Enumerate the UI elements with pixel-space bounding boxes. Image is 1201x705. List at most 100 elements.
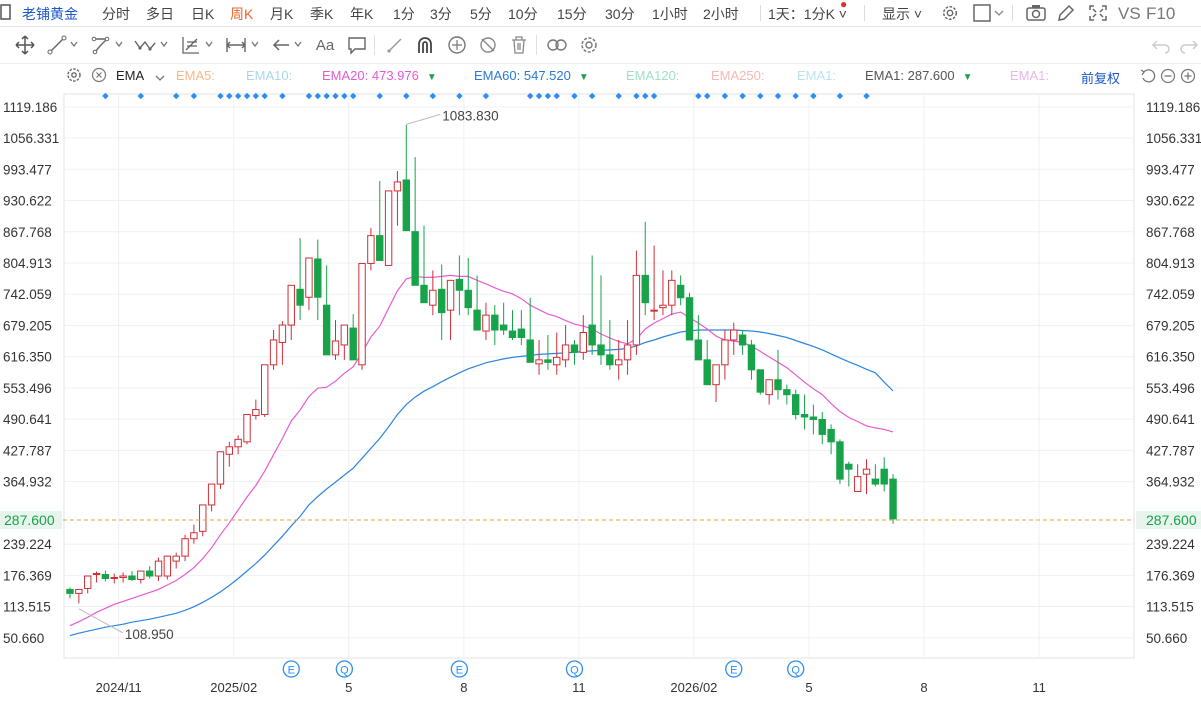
- wave-tool-icon[interactable]: [134, 34, 156, 56]
- period-tab[interactable]: 1小时: [652, 4, 688, 24]
- settings-gear-icon[interactable]: [940, 4, 960, 25]
- chevron-down-icon[interactable]: [205, 40, 213, 48]
- event-letter: Q: [340, 665, 349, 677]
- ema-legend-item[interactable]: EMA60: 547.520 ▼: [474, 68, 589, 83]
- y-tick-left: 1119.186: [3, 100, 57, 115]
- undo-icon[interactable]: [1150, 34, 1172, 56]
- comment-icon[interactable]: [346, 34, 368, 56]
- camera-icon[interactable]: [1026, 4, 1046, 25]
- zoom-out-icon[interactable]: [1160, 68, 1176, 87]
- y-tick-right: 553.496: [1146, 381, 1195, 396]
- candle-up: [137, 570, 145, 580]
- ema-legend-item[interactable]: EMA250:: [711, 68, 764, 83]
- fibonacci-tool-icon[interactable]: [180, 34, 202, 56]
- chevron-down-icon[interactable]: [160, 40, 168, 48]
- candle-up: [119, 575, 127, 578]
- candlestick-chart[interactable]: 287.600 287.600 E Q E Q E Q 1119.186 1119.186 10…: [0, 88, 1201, 705]
- candle-up: [367, 235, 375, 264]
- period-tab[interactable]: 周K: [230, 4, 253, 24]
- link-overlay-icon[interactable]: [546, 34, 568, 56]
- period-tab[interactable]: 15分: [557, 4, 587, 24]
- redo-icon[interactable]: [1178, 34, 1200, 56]
- period-tab[interactable]: 日K: [191, 4, 214, 24]
- text-tool-icon[interactable]: Aa: [314, 34, 336, 56]
- candle-up: [650, 309, 658, 312]
- down-arrow-icon: ▼: [578, 72, 589, 83]
- period-tab[interactable]: 多日: [146, 4, 174, 24]
- candle-down: [818, 418, 826, 435]
- divider: [536, 35, 537, 55]
- lock-drawing-icon[interactable]: [446, 34, 468, 56]
- f10-button[interactable]: F10: [1146, 4, 1175, 24]
- y-tick-left: 1056.331: [3, 131, 59, 146]
- panel-toggle-icon[interactable]: [0, 3, 12, 24]
- y-tick-left: 679.205: [3, 318, 52, 333]
- move-cross-icon[interactable]: [14, 34, 36, 56]
- stock-name[interactable]: 老铺黄金: [22, 4, 78, 24]
- drawing-settings-gear-icon[interactable]: [578, 34, 600, 56]
- period-tab[interactable]: 季K: [310, 4, 333, 24]
- last-price-right-label: 287.600: [1146, 512, 1197, 528]
- last-price-left-label: 287.600: [4, 512, 55, 528]
- indicator-settings-gear-icon[interactable]: [66, 67, 82, 86]
- ema-legend-item[interactable]: EMA1:: [797, 68, 836, 83]
- vs-button[interactable]: VS: [1118, 4, 1141, 24]
- chevron-down-icon[interactable]: [155, 71, 165, 86]
- ema-legend-item[interactable]: EMA10:: [246, 68, 292, 83]
- period-tab[interactable]: 年K: [350, 4, 373, 24]
- fullscreen-icon[interactable]: [1088, 4, 1108, 25]
- zoom-in-icon[interactable]: [1180, 68, 1196, 87]
- candle-up: [358, 262, 366, 366]
- polyline-tool-icon[interactable]: [90, 34, 112, 56]
- period-tab[interactable]: 5分: [470, 4, 492, 24]
- y-tick-right: 50.660: [1146, 631, 1187, 646]
- reset-icon[interactable]: [1140, 68, 1156, 87]
- candle-up: [234, 438, 242, 448]
- down-arrow-icon: ▼: [962, 72, 973, 83]
- combo-label: 1天：1分K: [768, 6, 835, 22]
- adjust-mode-button[interactable]: 前复权: [1081, 68, 1120, 87]
- candle-up: [75, 588, 83, 594]
- divider: [1012, 5, 1013, 21]
- pencil-icon[interactable]: [1056, 4, 1076, 25]
- period-tab[interactable]: 10分: [508, 4, 538, 24]
- candle-up: [261, 364, 269, 416]
- range-tool-icon[interactable]: [225, 34, 247, 56]
- chevron-down-icon[interactable]: [251, 40, 259, 48]
- magnet-icon[interactable]: [414, 34, 436, 56]
- chevron-down-icon[interactable]: [294, 40, 302, 48]
- display-menu[interactable]: 显示 ˅: [882, 4, 922, 24]
- ema-legend-label: EMA10:: [246, 68, 293, 83]
- brush-icon[interactable]: [384, 34, 406, 56]
- candle-down: [827, 428, 835, 443]
- x-tick: 5: [345, 680, 352, 695]
- indicator-close-icon[interactable]: [91, 67, 107, 86]
- candle-down: [685, 297, 694, 341]
- candle-down: [747, 344, 756, 371]
- y-tick-left: 993.477: [3, 162, 52, 177]
- period-tab[interactable]: 30分: [605, 4, 635, 24]
- period-tab[interactable]: 月K: [270, 4, 293, 24]
- candle-up: [393, 181, 402, 192]
- candle-up: [429, 289, 437, 306]
- candle-up: [668, 279, 676, 306]
- period-tab[interactable]: 分时: [102, 4, 130, 24]
- hide-drawing-icon[interactable]: [477, 34, 499, 56]
- ema-legend-item[interactable]: EMA5:: [176, 68, 215, 83]
- arrow-left-icon[interactable]: [270, 34, 292, 56]
- period-tab[interactable]: 3分: [430, 4, 452, 24]
- checkbox-square-icon[interactable]: [972, 4, 1006, 25]
- trash-icon[interactable]: [508, 34, 530, 56]
- line-tool-icon[interactable]: [46, 34, 68, 56]
- indicator-name[interactable]: EMA: [116, 68, 144, 83]
- period-tab[interactable]: 2小时: [703, 4, 739, 24]
- chevron-down-icon[interactable]: [115, 40, 123, 48]
- ema-legend-item[interactable]: EMA120:: [626, 68, 679, 83]
- combo-select[interactable]: 1天：1分K ˅: [768, 4, 847, 24]
- divider: [864, 5, 865, 21]
- period-tab[interactable]: 1分: [393, 4, 415, 24]
- chevron-down-icon[interactable]: [70, 40, 78, 48]
- ema-legend-item[interactable]: EMA1:: [1010, 68, 1049, 83]
- ema-legend-item[interactable]: EMA1: 287.600 ▼: [865, 68, 973, 83]
- ema-legend-item[interactable]: EMA20: 473.976 ▼: [322, 68, 437, 83]
